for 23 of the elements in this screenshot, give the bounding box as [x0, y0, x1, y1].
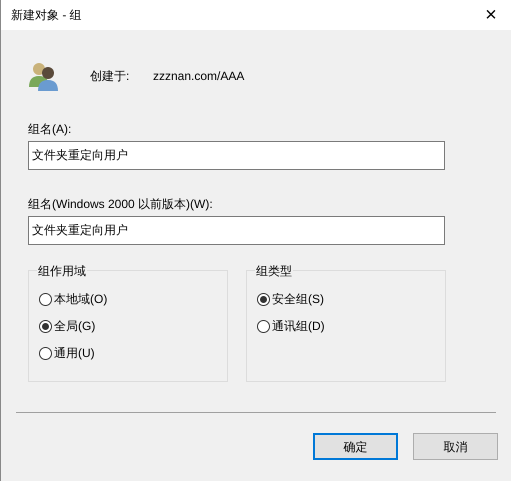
- created-in-value: zzznan.com/AAA: [153, 68, 244, 85]
- radio-option[interactable]: 通讯组(D): [257, 318, 445, 334]
- radio-option[interactable]: 通用(U): [39, 345, 227, 361]
- radio-option[interactable]: 安全组(S): [257, 291, 445, 307]
- group-name-pre2000-label: 组名(Windows 2000 以前版本)(W):: [28, 196, 214, 213]
- group-name-pre2000-field[interactable]: 文件夹重定向用户: [28, 216, 445, 245]
- dialog-button[interactable]: 确定: [313, 433, 398, 460]
- close-button[interactable]: ×: [471, 0, 511, 30]
- group-name-field[interactable]: 文件夹重定向用户: [28, 141, 445, 170]
- radio-button[interactable]: [257, 320, 270, 332]
- users-icon: [28, 61, 60, 91]
- radio-button[interactable]: [39, 292, 52, 306]
- radio-button[interactable]: [39, 320, 52, 332]
- window-title: 新建对象 - 组: [11, 7, 82, 24]
- group-box-title: 组类型: [255, 262, 293, 280]
- radio-button[interactable]: [39, 346, 52, 360]
- dialog-button[interactable]: 取消: [413, 433, 498, 460]
- created-in-label: 创建于:: [90, 68, 130, 85]
- radio-option[interactable]: 全局(G): [39, 318, 227, 334]
- radio-button[interactable]: [257, 292, 270, 306]
- radio-option[interactable]: 本地域(O): [39, 291, 227, 307]
- group-name-label: 组名(A):: [28, 121, 72, 138]
- group-box-title: 组作用域: [37, 262, 87, 280]
